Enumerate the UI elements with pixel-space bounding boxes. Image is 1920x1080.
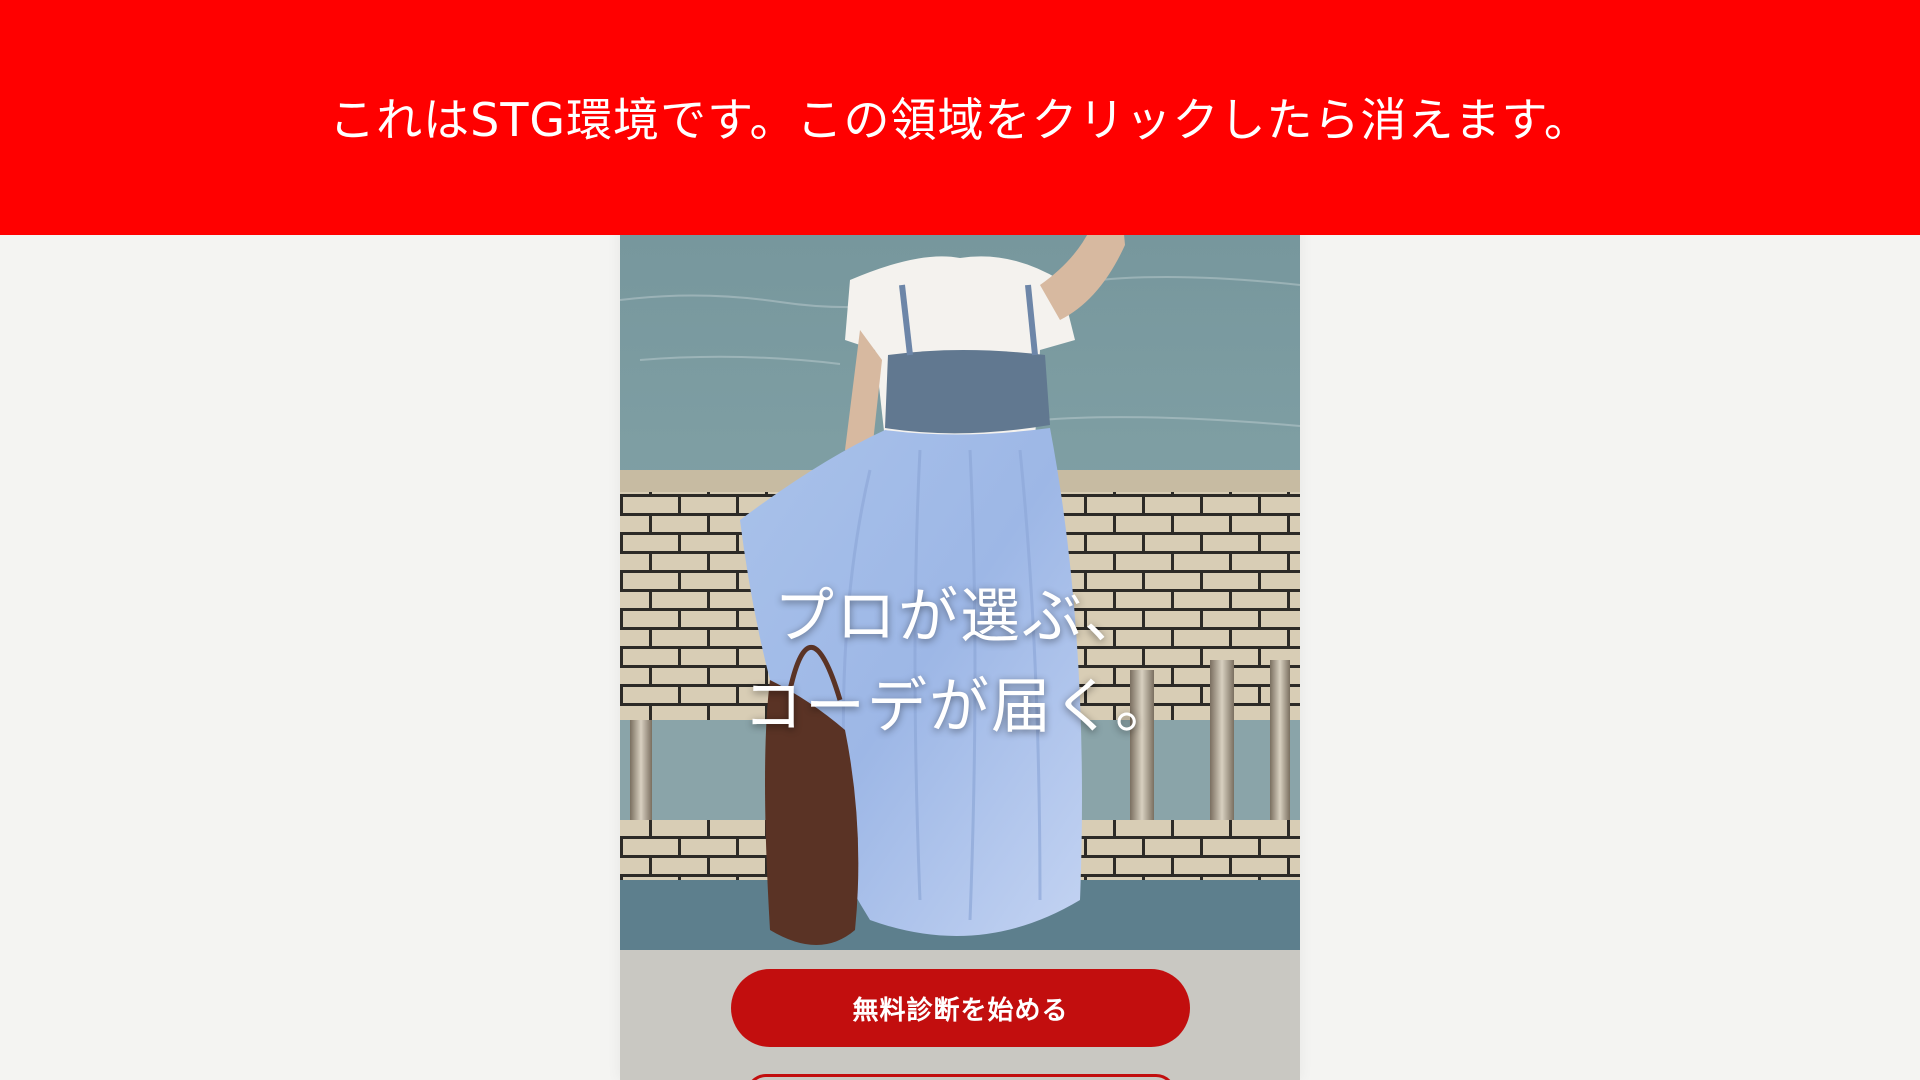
stg-banner-message: これはSTG環境です。この領域をクリックしたら消えます。 — [329, 92, 1591, 147]
secondary-button-edge[interactable] — [746, 1074, 1176, 1080]
start-free-diagnosis-button[interactable]: 無料診断を始める — [731, 969, 1190, 1047]
stg-environment-banner[interactable]: これはSTG環境です。この領域をクリックしたら消えます。 — [0, 0, 1920, 235]
hero-headline-line-1: プロが選ぶ、 — [774, 582, 1146, 652]
hero-headline-line-2: コーデが届く。 — [743, 672, 1177, 742]
hero-headline: プロが選ぶ、 コーデが届く。 — [620, 572, 1300, 752]
